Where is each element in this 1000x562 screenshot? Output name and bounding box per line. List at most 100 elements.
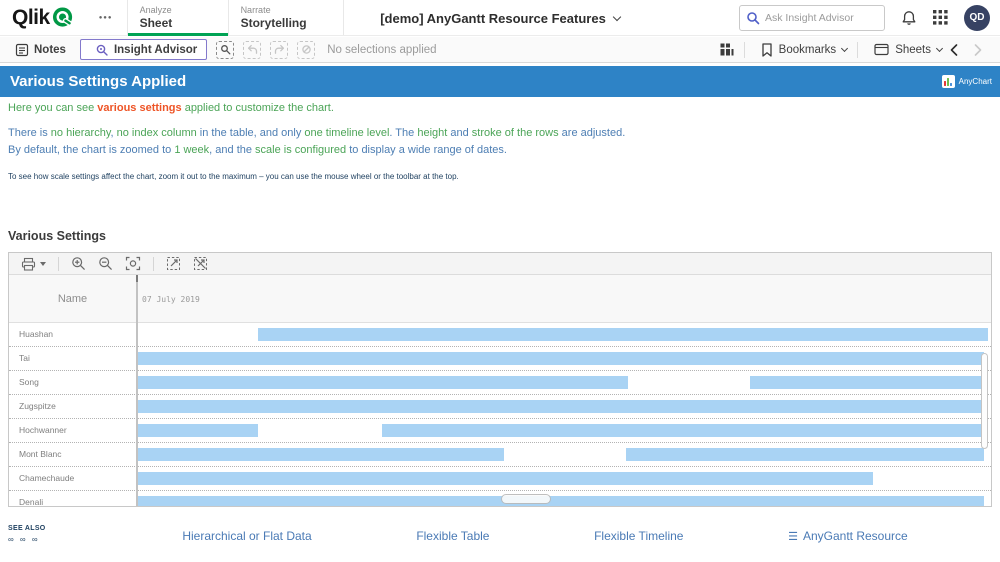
intro-text-segment: and	[447, 127, 471, 139]
gantt-toolbar-separator	[58, 257, 59, 271]
gantt-bar[interactable]	[138, 352, 984, 365]
tab-section-label: Analyze	[140, 5, 228, 15]
more-menu-icon[interactable]: ●●●	[99, 15, 113, 21]
tab-analyze-sheet[interactable]: Analyze Sheet	[127, 0, 229, 35]
previous-sheet-icon[interactable]	[942, 44, 966, 56]
vertical-scrollbar[interactable]	[981, 353, 988, 449]
gantt-row: Hochwanner	[9, 419, 991, 443]
menu-icon: ☰	[788, 530, 798, 543]
qlik-q-icon	[52, 6, 75, 29]
gantt-toolbar-separator	[153, 257, 154, 271]
anychart-logo[interactable]: AnyChart	[942, 75, 992, 88]
sheet-toolbar: Notes Insight Advisor No selections appl…	[0, 37, 1000, 63]
zoom-out-icon[interactable]	[98, 256, 113, 271]
app-title: [demo] AnyGantt Resource Features	[380, 11, 606, 26]
gantt-toolbar	[9, 253, 991, 275]
gantt-row-label: Song	[9, 371, 136, 394]
gantt-row-label: Tai	[9, 347, 136, 370]
tab-label: Sheet	[140, 16, 228, 30]
footer-link[interactable]: Flexible Timeline	[594, 529, 683, 543]
gantt-rows: HuashanTaiSongZugspitzeHochwannerMont Bl…	[9, 323, 991, 507]
qlik-logo-text: Qlik	[12, 6, 50, 30]
print-button[interactable]	[21, 257, 46, 271]
selections-status: No selections applied	[327, 44, 436, 56]
footer-link-label: Flexible Timeline	[594, 529, 683, 543]
insight-advisor-button[interactable]: Insight Advisor	[80, 39, 207, 60]
intro-line-2: By default, the chart is zoomed to 1 wee…	[8, 142, 992, 159]
footer-links: Hierarchical or Flat Data Flexible Table…	[130, 529, 960, 543]
marquee-zoom-off-icon[interactable]	[193, 256, 208, 271]
user-avatar[interactable]: QD	[964, 5, 990, 31]
intro-text-segment: in the table, and only	[197, 127, 305, 139]
next-sheet-icon[interactable]	[966, 44, 990, 56]
intro-text-segment: 1 week	[174, 144, 209, 156]
toolbar-separator	[857, 42, 858, 58]
horizontal-scrollbar[interactable]	[501, 494, 551, 504]
notifications-bell-icon[interactable]	[901, 10, 917, 26]
gantt-bar[interactable]	[626, 448, 984, 461]
chevron-down-icon	[841, 45, 848, 52]
intro-paragraph-2: There is no hierarchy, no index column i…	[8, 125, 992, 159]
gantt-header: Name 07 July 2019	[9, 275, 991, 323]
gantt-bar[interactable]	[138, 400, 984, 413]
anychart-logo-text: AnyChart	[959, 77, 992, 86]
intro-text-segment: applied to customize the chart.	[182, 102, 334, 114]
gantt-bar[interactable]	[750, 376, 985, 389]
gantt-bar[interactable]	[138, 472, 873, 485]
gantt-bar[interactable]	[138, 448, 504, 461]
gantt-row-label: Huashan	[9, 323, 136, 346]
app-title-dropdown[interactable]: [demo] AnyGantt Resource Features	[380, 11, 620, 26]
footer-link[interactable]: Flexible Table	[416, 529, 489, 543]
gantt-bar[interactable]	[138, 376, 628, 389]
toolbar-right: Bookmarks Sheets	[720, 42, 990, 58]
gantt-row-track	[138, 347, 991, 370]
gantt-row-track	[138, 323, 991, 346]
intro-line-1: There is no hierarchy, no index column i…	[8, 125, 992, 142]
intro-text-segment: no hierarchy	[51, 127, 111, 139]
clear-selections-icon[interactable]	[297, 41, 315, 59]
sheets-label: Sheets	[895, 44, 931, 56]
insight-search-input[interactable]	[765, 12, 875, 24]
gantt-bar[interactable]	[138, 424, 258, 437]
sheet-title: Various Settings Applied	[10, 73, 186, 90]
gantt-row-label: Hochwanner	[9, 419, 136, 442]
gantt-bar[interactable]	[138, 496, 984, 507]
link-icons[interactable]: ∞ ∞ ∞	[8, 535, 40, 544]
footer-link[interactable]: ☰AnyGantt Resource	[788, 529, 908, 543]
sheets-dropdown[interactable]: Sheets	[868, 43, 942, 56]
notes-button[interactable]: Notes	[10, 43, 66, 57]
gantt-bar[interactable]	[258, 328, 987, 341]
gantt-bar[interactable]	[382, 424, 984, 437]
qlik-logo[interactable]: Qlik	[12, 0, 75, 35]
footer-link-label: Hierarchical or Flat Data	[182, 529, 311, 543]
toolbar-separator	[744, 42, 745, 58]
intro-text-segment: to display a wide range of dates.	[346, 144, 507, 156]
insight-search-box[interactable]	[739, 5, 885, 31]
gantt-row-label: Denali	[9, 491, 136, 507]
chart-section-heading: Various Settings	[8, 229, 106, 243]
bookmarks-dropdown[interactable]: Bookmarks	[755, 43, 848, 57]
sheet-banner: Various Settings Applied AnyChart	[0, 66, 1000, 97]
notes-icon	[15, 43, 29, 57]
step-forward-icon[interactable]	[270, 41, 288, 59]
step-back-icon[interactable]	[243, 41, 261, 59]
sheet-icon	[874, 43, 889, 56]
smart-search-selections-icon[interactable]	[216, 41, 234, 59]
intro-text-segment: Here you can see	[8, 102, 97, 114]
gantt-chart-panel: Name 07 July 2019 HuashanTaiSongZugspitz…	[8, 252, 992, 507]
intro-text-segment: , and the	[209, 144, 255, 156]
footer-link[interactable]: Hierarchical or Flat Data	[182, 529, 311, 543]
zoom-in-icon[interactable]	[71, 256, 86, 271]
fit-to-screen-icon[interactable]	[125, 256, 141, 271]
tab-narrate-storytelling[interactable]: Narrate Storytelling	[229, 0, 344, 35]
marquee-zoom-icon[interactable]	[166, 256, 181, 271]
gantt-row: Denali	[9, 491, 991, 507]
gantt-row-track	[138, 443, 991, 466]
column-splitter[interactable]	[136, 275, 138, 506]
bookmarks-label: Bookmarks	[779, 44, 837, 56]
name-column-header: Name	[9, 275, 136, 323]
app-launcher-waffle-icon[interactable]	[933, 10, 948, 25]
assets-panel-icon[interactable]	[720, 43, 734, 56]
intro-text-segment: height	[417, 127, 447, 139]
gantt-row-label: Chamechaude	[9, 467, 136, 490]
